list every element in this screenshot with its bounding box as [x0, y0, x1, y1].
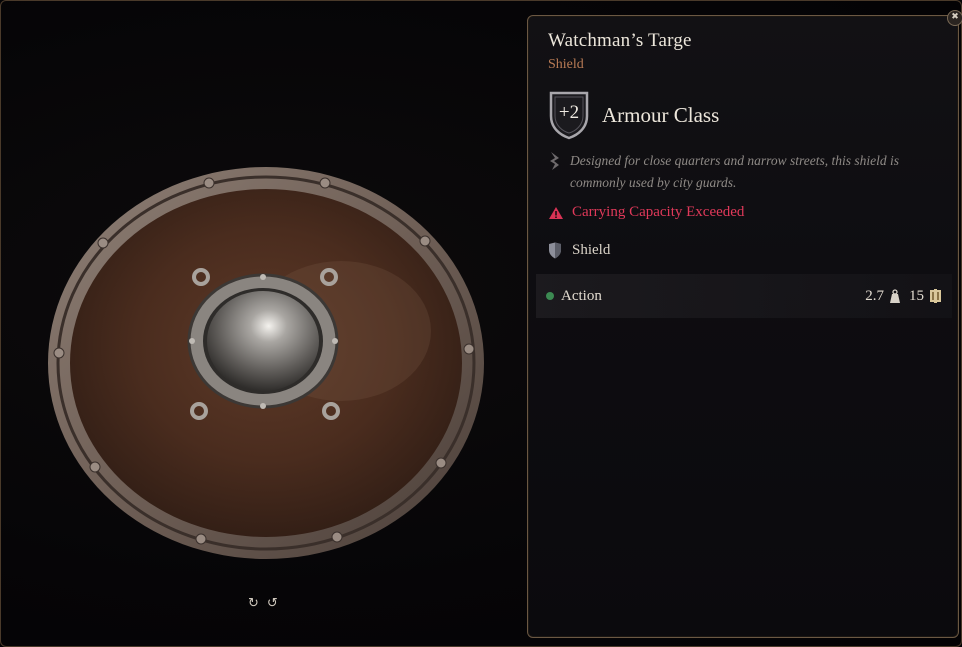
weight-value: 2.7 — [865, 287, 884, 304]
action-dot-icon — [546, 292, 554, 300]
item-footer: Action 2.7 15 — [536, 274, 952, 318]
item-type-label: Shield — [548, 57, 584, 72]
action-label: Action — [561, 287, 602, 304]
weight-stat: 2.7 — [865, 288, 901, 305]
action-indicator: Action — [546, 288, 602, 305]
shield-icon — [549, 242, 561, 259]
item-tooltip-panel: Watchman’s Targe Shield +2 Armour Class … — [527, 15, 959, 638]
shield-badge-icon: +2 — [548, 90, 590, 140]
weight-icon — [890, 288, 900, 303]
gold-icon — [930, 289, 941, 303]
rotate-right-icon[interactable]: ↺ — [267, 595, 278, 613]
armour-class-label: Armour Class — [602, 102, 720, 127]
value-stat: 15 — [909, 288, 942, 305]
rotate-left-icon[interactable]: ↻ — [248, 595, 259, 613]
armour-class-value: +2 — [558, 102, 580, 123]
quill-icon — [550, 152, 559, 170]
close-icon[interactable]: ✖ — [947, 10, 962, 26]
item-description: Designed for close quarters and narrow s… — [570, 153, 899, 190]
armour-class-row: +2 Armour Class — [548, 90, 719, 140]
item-stats: 2.7 15 — [865, 288, 942, 305]
gold-value: 15 — [909, 287, 924, 304]
item-inspect-window: ↻ ↺ Watchman’s Targe Shield +2 Armour Cl… — [0, 0, 962, 647]
description-row: Designed for close quarters and narrow s… — [548, 150, 920, 194]
warning-row: Carrying Capacity Exceeded — [548, 204, 744, 221]
carrying-capacity-warning: Carrying Capacity Exceeded — [572, 204, 745, 220]
warning-triangle-icon — [549, 206, 563, 219]
item-category: Shield — [572, 242, 611, 258]
rotate-controls: ↻ ↺ — [248, 595, 278, 613]
item-preview-area[interactable]: ↻ ↺ — [1, 1, 526, 647]
shield-3d-model[interactable] — [41, 161, 491, 571]
category-row: Shield — [548, 242, 610, 259]
item-name: Watchman’s Targe — [548, 30, 692, 51]
